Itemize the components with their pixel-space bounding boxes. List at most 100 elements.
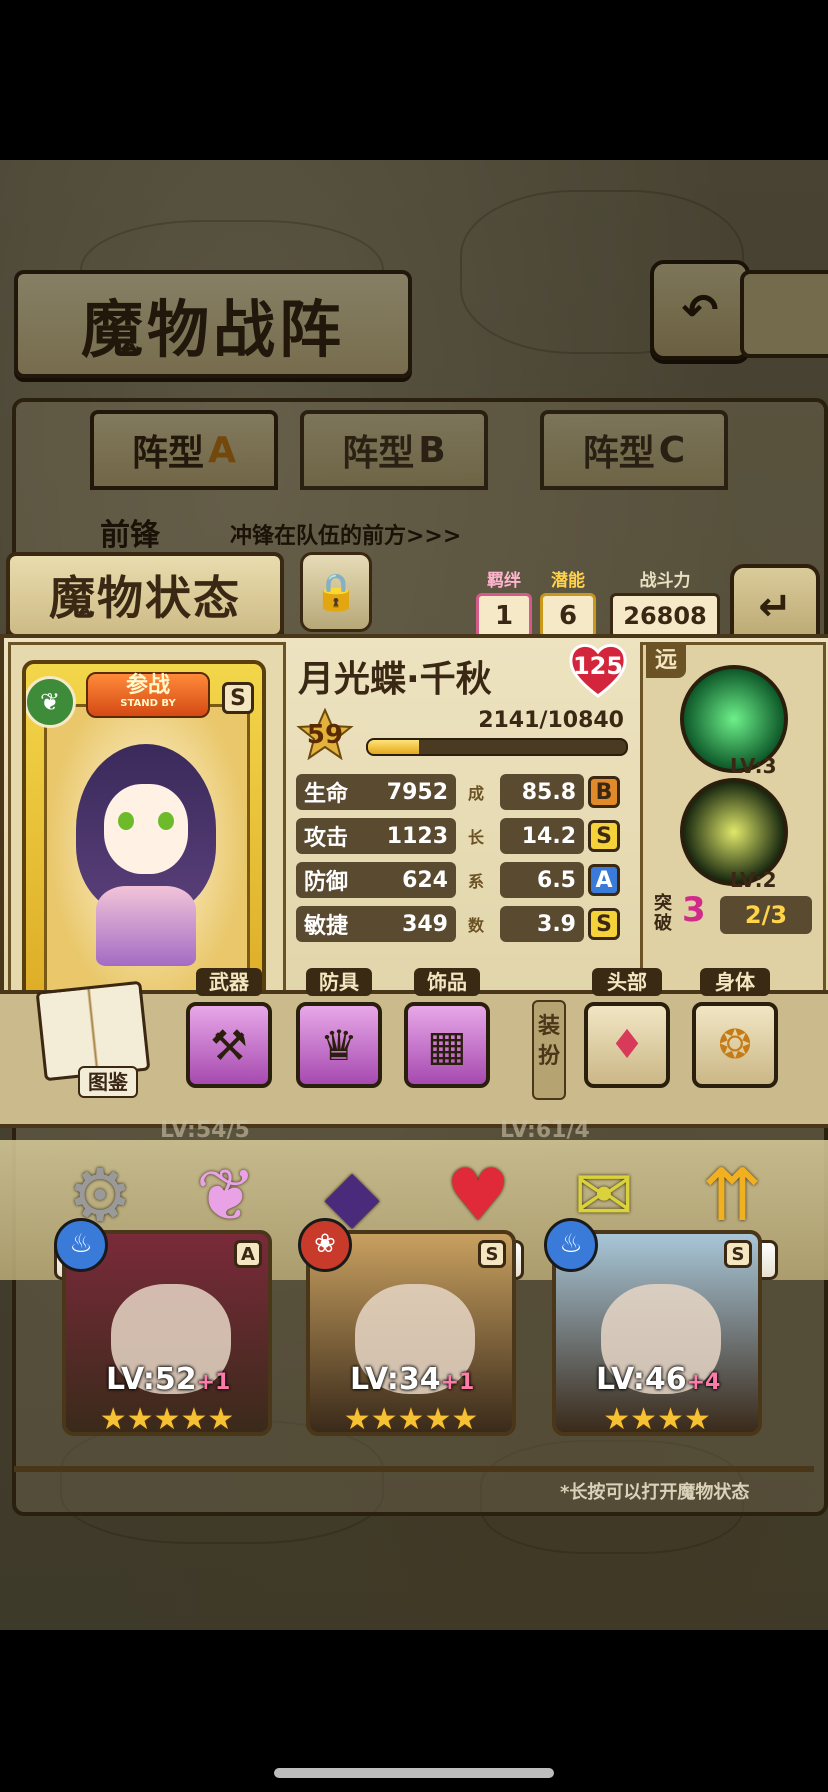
growth-label-char: 成 <box>468 784 485 803</box>
star-icon: ★ <box>603 1402 631 1436</box>
horns-icon: ♦ <box>609 1022 645 1068</box>
star-icon: ★ <box>657 1402 684 1436</box>
team-level: LV:46+4 <box>596 1362 720 1397</box>
grade-badge: A <box>588 864 620 896</box>
growth-value-box: 14.2 <box>500 818 584 854</box>
stat-value-box: 攻击 1123 <box>296 818 456 854</box>
tablet-icon: ▦ <box>427 1020 467 1070</box>
stat-name: 防御 <box>304 870 349 895</box>
equipment-slot-label: 武器 <box>196 968 262 996</box>
water-icon: ♨ <box>54 1218 108 1272</box>
stat-value: 7952 <box>386 779 448 805</box>
grade-badge: B <box>588 776 620 808</box>
outfit-icon: ❦ <box>195 1153 257 1237</box>
character-body <box>96 886 196 966</box>
star-icon: ★ <box>343 1402 371 1436</box>
equipment-slot[interactable]: ♛ <box>296 1002 382 1088</box>
bond-indicator: 羁绊 1 <box>476 566 532 639</box>
star-icon: ★ <box>99 1402 127 1436</box>
dress-up-label: 装扮 <box>532 1000 566 1100</box>
breakthrough-value: 3 <box>682 890 706 930</box>
equipment-slot-label: 防具 <box>306 968 372 996</box>
status-title: 魔物状态 <box>6 552 284 638</box>
rank-badge: S <box>724 1240 752 1268</box>
stat-name: 攻击 <box>304 826 349 851</box>
star-icon: ★ <box>153 1402 181 1436</box>
team-level-plus: +1 <box>440 1370 475 1395</box>
star-rating: ★★★★★ <box>66 1402 268 1436</box>
stat-row: 防御 624 系 6.5 A <box>296 862 626 902</box>
monster-name: 月光蝶·千秋 <box>298 659 492 700</box>
team-level: LV:52+1 <box>106 1362 230 1397</box>
water-icon: ♨ <box>544 1218 598 1272</box>
growth-label-char: 系 <box>468 872 485 891</box>
codex-button[interactable]: 图鉴 <box>32 980 152 1100</box>
stat-value-box: 防御 624 <box>296 862 456 898</box>
character-face <box>104 784 188 874</box>
star-icon: ★ <box>683 1402 711 1436</box>
exp-bar-fill <box>368 740 419 754</box>
equipment-slot-label: 饰品 <box>414 968 480 996</box>
growth-value-box: 6.5 <box>500 862 584 898</box>
skill-1-level: LV:3 <box>730 754 777 778</box>
stat-value: 349 <box>402 911 448 937</box>
dress-slot[interactable]: ♦ <box>584 1002 670 1088</box>
dress-icon: ♛ <box>320 1020 358 1070</box>
grade-badge: S <box>588 820 620 852</box>
upgrade-arrows-icon: ⇈ <box>701 1153 763 1237</box>
power-indicator: 战斗力 26808 <box>610 566 720 639</box>
team-level-plus: +4 <box>686 1370 721 1395</box>
growth-label-char: 长 <box>468 828 485 847</box>
medal-icon: ❂ <box>718 1022 752 1068</box>
exp-text: 2141/10840 <box>478 708 624 733</box>
potential-indicator: 潜能 6 <box>540 566 596 639</box>
grade-badge: S <box>588 908 620 940</box>
standby-badge: 参战 STAND BY <box>86 672 210 718</box>
game-screen: 魔物战阵 ↶ 阵型 A 阵型 B 阵型 C 前锋 冲锋在队伍的前方>>> 魔物状态 🔒… <box>0 160 828 1630</box>
dress-slot-label: 身体 <box>700 968 770 996</box>
star-icon: ★ <box>397 1402 425 1436</box>
equipment-slot[interactable]: ▦ <box>404 1002 490 1088</box>
fire-icon: ❀ <box>298 1218 352 1272</box>
heart-badge: 125 <box>566 640 630 700</box>
return-arrow-icon: ↵ <box>758 584 792 630</box>
lock-icon[interactable]: 🔒 <box>300 552 372 632</box>
star-icon: ★ <box>370 1402 398 1436</box>
growth-label-char: 数 <box>468 916 485 935</box>
dress-slot[interactable]: ❂ <box>692 1002 778 1088</box>
exp-bar <box>366 738 628 756</box>
stat-row: 敏捷 349 数 3.9 S <box>296 906 626 946</box>
dress-slot-label: 头部 <box>592 968 662 996</box>
rank-badge: S <box>478 1240 506 1268</box>
star-rating: ★★★★★ <box>310 1402 512 1436</box>
home-indicator[interactable] <box>274 1768 554 1778</box>
stat-row: 攻击 1123 长 14.2 S <box>296 818 626 858</box>
stat-row: 生命 7952 成 85.8 B <box>296 774 626 814</box>
level-badge: 59 <box>296 708 354 760</box>
breakthrough-progress: 2/3 <box>720 896 812 934</box>
stat-value-box: 敏捷 349 <box>296 906 456 942</box>
character-eye-right <box>158 812 174 830</box>
scythe-icon: ⚒ <box>210 1020 248 1070</box>
range-tag: 远 <box>646 644 686 678</box>
stat-name: 生命 <box>304 782 349 807</box>
skill-2-level: LV:2 <box>730 868 777 892</box>
equipment-slot[interactable]: ⚒ <box>186 1002 272 1088</box>
star-icon: ★ <box>424 1402 452 1436</box>
star-rating: ★★★★ <box>556 1402 758 1436</box>
stat-value: 624 <box>402 867 448 893</box>
stat-list: 生命 7952 成 85.8 B 攻击 1123 长 14.2 S 防御 624 系 6.5 A 敏捷 349 数… <box>296 774 626 950</box>
star-icon: ★ <box>126 1402 154 1436</box>
star-icon: ★ <box>451 1402 479 1436</box>
team-level-value: LV:52 <box>106 1362 197 1397</box>
rank-badge: S <box>222 682 254 714</box>
star-icon: ★ <box>180 1402 208 1436</box>
stat-name: 敏捷 <box>304 914 349 939</box>
growth-value-box: 3.9 <box>500 906 584 942</box>
bottom-divider <box>14 1466 814 1472</box>
star-icon: ★ <box>207 1402 235 1436</box>
growth-value-box: 85.8 <box>500 774 584 810</box>
breakthrough-label: 突破 <box>654 893 672 934</box>
team-level-value: LV:46 <box>596 1362 687 1397</box>
team-level-value: LV:34 <box>350 1362 441 1397</box>
